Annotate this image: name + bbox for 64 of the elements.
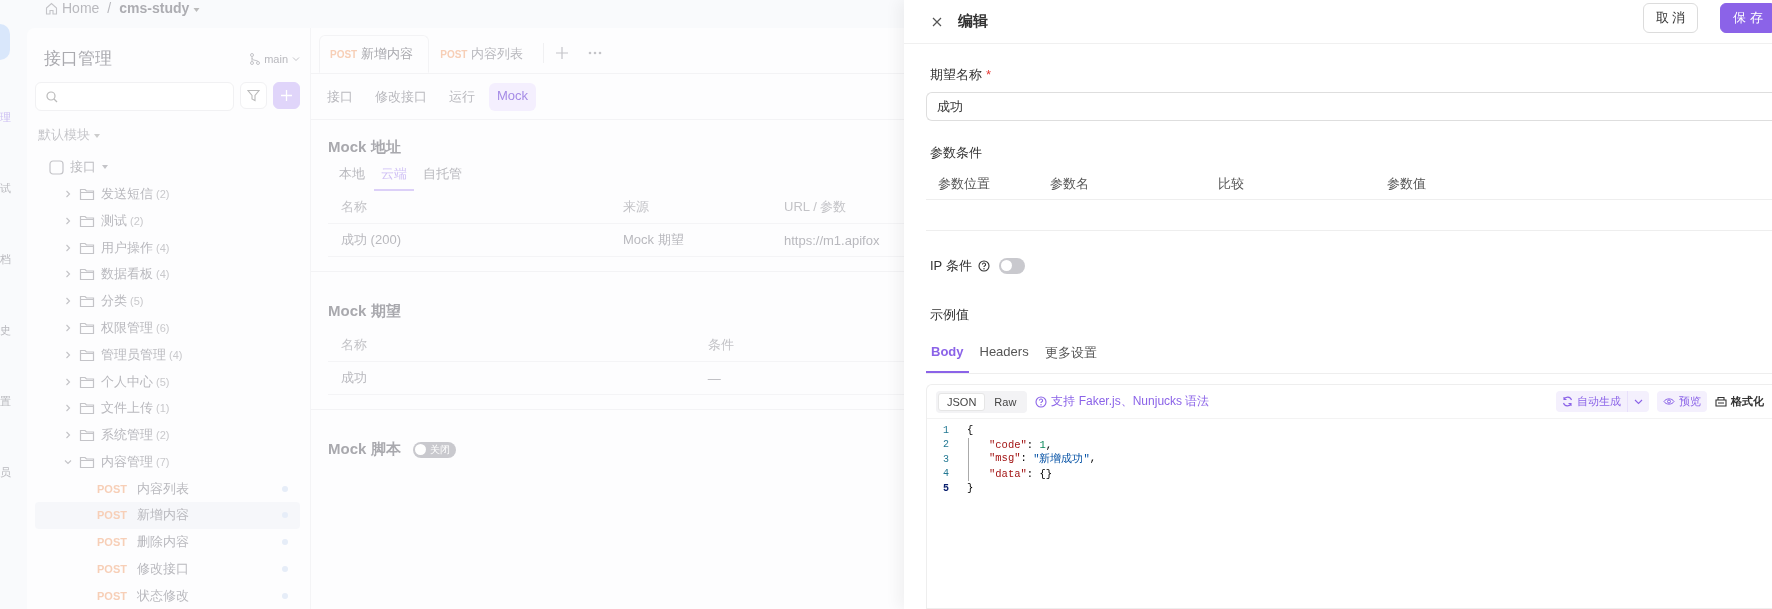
code-line: } xyxy=(967,482,974,495)
endpoint-item[interactable]: POST 新增内容 xyxy=(35,501,300,529)
nav-label[interactable]: 史 xyxy=(0,323,11,394)
line-number: 5 xyxy=(942,482,950,494)
home-link[interactable]: Home xyxy=(45,0,100,16)
section-title: Mock 脚本 xyxy=(328,440,401,459)
code-line: "code": 1, xyxy=(989,438,1053,451)
column-header: 参数位置 xyxy=(938,175,991,193)
source-tab[interactable]: 云端 xyxy=(374,163,414,191)
field-label: 示例值 xyxy=(929,306,970,324)
drawer-title: 编辑 xyxy=(958,12,989,31)
source-tab[interactable]: 本地 xyxy=(332,163,372,191)
source-tab[interactable]: 自托管 xyxy=(416,163,469,191)
section-title: Mock 地址 xyxy=(328,138,402,157)
required-mark: * xyxy=(986,67,992,82)
sub-tab[interactable]: Mock xyxy=(489,83,537,111)
column-header: 比较 xyxy=(1218,175,1245,193)
endpoint-item[interactable]: POST 内容列表 xyxy=(35,475,300,502)
mode-tab[interactable]: Raw xyxy=(985,392,1026,411)
panel-title: 接口管理 xyxy=(44,48,112,70)
branch-selector[interactable]: main xyxy=(250,52,300,65)
line-number: 1 xyxy=(942,424,950,436)
project-selector[interactable]: cms-study xyxy=(119,0,201,16)
field-label: 期望名称 xyxy=(930,67,982,82)
code-line: "data": {} xyxy=(989,467,1053,480)
name-input[interactable]: 成功 xyxy=(926,92,1772,121)
column-header: 参数名 xyxy=(1050,175,1090,193)
endpoint-item[interactable]: POST 删除内容 xyxy=(35,528,300,556)
sub-tab[interactable]: 运行 xyxy=(441,83,483,111)
code-line: "msg": "新增成功", xyxy=(989,452,1097,467)
code-line: { xyxy=(967,424,974,437)
mode-tab[interactable]: JSON xyxy=(938,392,986,411)
sub-tab[interactable]: 修改接口 xyxy=(367,83,435,111)
table-cell: Mock 期望 xyxy=(610,223,771,257)
line-number: 4 xyxy=(942,468,950,480)
body-tab[interactable]: Body xyxy=(926,338,969,373)
field-label: 参数条件 xyxy=(929,144,983,162)
column-header: 参数值 xyxy=(1387,175,1426,193)
syntax-link[interactable]: 支持 Faker.js、Nunjucks 语法 xyxy=(1035,393,1548,410)
sub-tab[interactable]: 接口 xyxy=(319,83,361,111)
line-number: 2 xyxy=(942,439,950,451)
section-title: Mock 期望 xyxy=(328,302,402,321)
breadcrumb-separator: / xyxy=(107,0,112,16)
body-tab[interactable]: 更多设置 xyxy=(1039,338,1102,373)
request-tab[interactable]: POST 内容列表 xyxy=(429,35,540,73)
request-tab[interactable]: POST 新增内容 xyxy=(319,35,430,73)
body-tab[interactable]: Headers xyxy=(974,338,1034,373)
format-button[interactable]: 格式化 xyxy=(1715,394,1764,409)
preview-button[interactable]: 预览 xyxy=(1657,391,1707,412)
save-button[interactable]: 保 存 xyxy=(1720,2,1772,33)
table-cell: 成功 xyxy=(328,361,695,395)
nav-label[interactable]: 档 xyxy=(0,252,11,323)
nav-label[interactable]: 置 xyxy=(0,394,11,465)
column-header: 名称 xyxy=(328,329,695,362)
nav-label[interactable]: 员 xyxy=(0,465,11,536)
nav-label[interactable]: 试 xyxy=(0,181,11,252)
cancel-button[interactable]: 取 消 xyxy=(1642,2,1699,33)
table-cell: 成功 (200) xyxy=(328,223,610,257)
field-label: IP 条件 xyxy=(930,257,972,275)
column-header: 名称 xyxy=(328,191,610,224)
endpoint-item[interactable]: POST 修改接口 xyxy=(35,555,300,583)
endpoint-item[interactable]: POST 状态修改 xyxy=(35,582,300,609)
column-header: 来源 xyxy=(610,191,771,224)
line-number: 3 xyxy=(942,453,950,465)
